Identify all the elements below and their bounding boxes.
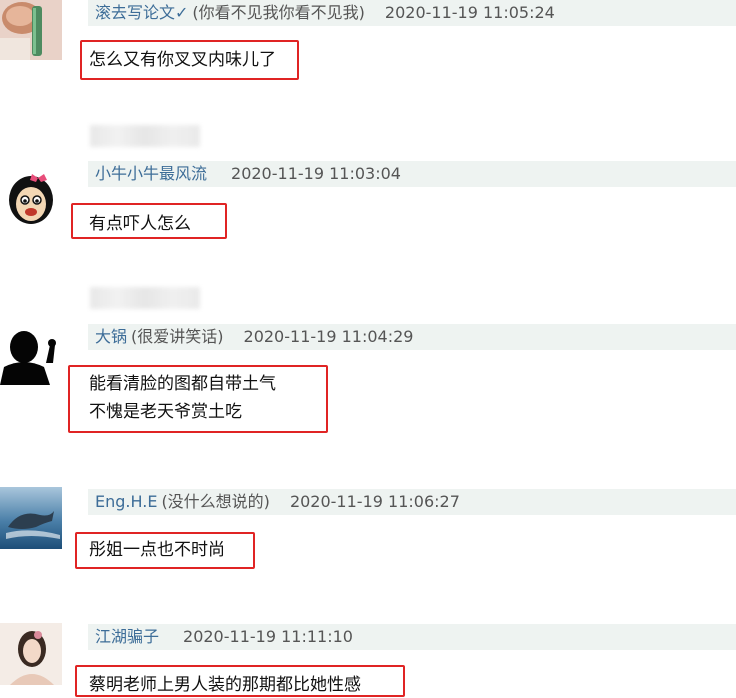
highlight-box [80,40,299,80]
blurred-placeholder [90,125,200,147]
username-link[interactable]: 滚去写论文✓ [95,3,188,22]
highlight-box [75,665,405,697]
username-link[interactable]: 江湖骗子 [95,627,159,646]
timestamp: 2020-11-19 11:11:10 [183,627,353,646]
avatar[interactable] [0,0,62,60]
comment-header: 小牛小牛最风流 2020-11-19 11:03:04 [88,161,736,187]
comment-header: Eng.H.E (没什么想说的) 2020-11-19 11:06:27 [88,489,736,515]
user-note: (你看不见我你看不见我) [192,3,365,22]
blurred-placeholder [90,287,200,309]
highlight-box [68,365,328,433]
timestamp: 2020-11-19 11:03:04 [231,164,401,183]
highlight-box [71,203,227,239]
user-note: (很爱讲笑话) [131,327,224,346]
timestamp: 2020-11-19 11:04:29 [243,327,414,346]
comment-header: 大锅 (很爱讲笑话) 2020-11-19 11:04:29 [88,324,736,350]
avatar[interactable] [0,166,62,228]
username-link[interactable]: Eng.H.E [95,492,157,511]
username-link[interactable]: 小牛小牛最风流 [95,164,207,183]
user-note: (没什么想说的) [161,492,270,511]
comment-header: 江湖骗子 2020-11-19 11:11:10 [88,624,736,650]
timestamp: 2020-11-19 11:05:24 [384,3,555,22]
avatar[interactable] [0,487,62,549]
comment-header: 滚去写论文✓ (你看不见我你看不见我) 2020-11-19 11:05:24 [88,0,736,26]
highlight-box [75,532,255,569]
avatar[interactable] [0,323,62,385]
timestamp: 2020-11-19 11:06:27 [289,492,460,511]
avatar[interactable] [0,623,62,685]
username-link[interactable]: 大锅 [95,327,127,346]
